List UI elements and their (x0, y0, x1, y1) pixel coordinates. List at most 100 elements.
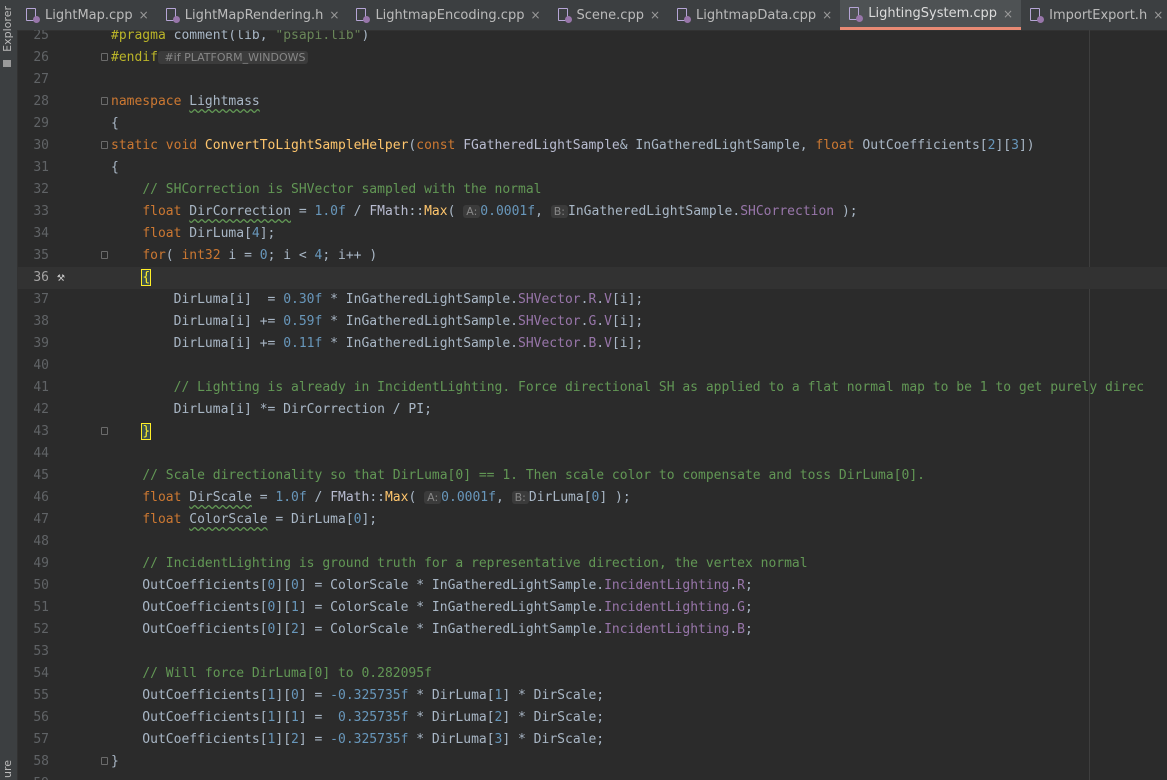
code-line[interactable]: 52 OutCoefficients[0][2] = ColorScale * … (17, 619, 1167, 641)
code-token: [i]; (611, 292, 644, 307)
line-number: 39 (33, 336, 49, 351)
code-line[interactable]: 35 for( int32 i = 0; i < 4; i++ ) (17, 245, 1167, 267)
code-line[interactable]: 30 static void ConvertToLightSampleHelper… (17, 135, 1167, 157)
explorer-tool-button[interactable]: Explorer (1, 6, 14, 52)
tab-label: LightmapData.cpp (696, 7, 817, 23)
code-line[interactable]: 53 (17, 641, 1167, 663)
code-line[interactable]: 42 DirLuma[i] *= DirCorrection / PI; (17, 399, 1167, 421)
code-token: 0.11f (283, 336, 323, 351)
code-editor[interactable]: 25 #pragma comment(lib, "psapi.lib") 26 #en… (17, 30, 1167, 780)
tab-lightmapencoding-cpp[interactable]: LightmapEncoding.cpp × (347, 0, 548, 30)
code-line[interactable]: 45 // Scale directionality so that DirLu… (17, 465, 1167, 487)
code-token: ) (361, 30, 370, 43)
tab-importexport-h[interactable]: ImportExport.h × (1021, 0, 1167, 30)
code-line[interactable]: 57 OutCoefficients[1][2] = -0.325735f * … (17, 729, 1167, 751)
code-line[interactable]: 47 float ColorScale = DirLuma[0]; (17, 509, 1167, 531)
code-token: FGatheredLightSample (463, 138, 620, 153)
code-line[interactable]: 40 (17, 355, 1167, 377)
code-token: // Will force DirLuma[0] to 0.282095f (142, 666, 432, 681)
code-line[interactable]: 59 (17, 773, 1167, 780)
code-line[interactable]: 37 DirLuma[i] = 0.30f * InGatheredLightS… (17, 289, 1167, 311)
close-tab-icon[interactable]: × (139, 8, 149, 22)
code-line[interactable]: 46 float DirScale = 1.0f / FMath::Max( A… (17, 487, 1167, 509)
code-token: ] = (298, 710, 338, 725)
line-number: 49 (33, 556, 49, 571)
code-token: V (604, 292, 612, 307)
fold-marker-icon[interactable] (101, 757, 108, 765)
code-line[interactable]: 54 // Will force DirLuma[0] to 0.282095f (17, 663, 1167, 685)
code-line[interactable]: 51 OutCoefficients[0][1] = ColorScale * … (17, 597, 1167, 619)
code-token: float (142, 512, 190, 527)
code-text: OutCoefficients[0][0] = ColorScale * InG… (111, 575, 753, 597)
code-token: V (604, 314, 612, 329)
code-text: // SHCorrection is SHVector sampled with… (111, 179, 541, 201)
code-text: { (111, 157, 119, 179)
code-token: // IncidentLighting is ground truth for … (142, 556, 808, 571)
line-number: 54 (33, 666, 49, 681)
code-line[interactable]: 48 (17, 531, 1167, 553)
code-token: ] = ColorScale * InGatheredLightSample. (298, 600, 605, 615)
code-token: * DirLuma[ (408, 688, 495, 703)
code-token: ); (834, 204, 858, 219)
code-line[interactable]: 49 // IncidentLighting is ground truth f… (17, 553, 1167, 575)
tab-lightingsystem-cpp[interactable]: LightingSystem.cpp × (840, 0, 1022, 30)
code-text: DirLuma[i] = 0.30f * InGatheredLightSamp… (111, 289, 644, 311)
tab-scene-cpp[interactable]: Scene.cpp × (549, 0, 668, 30)
code-line[interactable]: 26 #endif #if PLATFORM_WINDOWS (17, 47, 1167, 69)
structure-tool-button[interactable]: ure (1, 760, 14, 778)
code-line[interactable]: 33 float DirCorrection = 1.0f / FMath::M… (17, 201, 1167, 223)
code-line[interactable]: 56 OutCoefficients[1][1] = 0.325735f * D… (17, 707, 1167, 729)
close-tab-icon[interactable]: × (650, 8, 660, 22)
line-number: 25 (33, 30, 49, 43)
code-line[interactable]: 34 float DirLuma[4]; (17, 223, 1167, 245)
code-line[interactable]: 44 (17, 443, 1167, 465)
code-line[interactable]: 58} (17, 751, 1167, 773)
code-text: // Lighting is already in IncidentLighti… (111, 377, 1145, 399)
code-line[interactable]: 41 // Lighting is already in IncidentLig… (17, 377, 1167, 399)
close-tab-icon[interactable]: × (1153, 8, 1163, 22)
code-line[interactable]: 31 { (17, 157, 1167, 179)
code-token: DirLuma[i] = (111, 292, 284, 307)
code-line[interactable]: 28 namespace Lightmass (17, 91, 1167, 113)
tab-lightmap-cpp[interactable]: LightMap.cpp × (17, 0, 157, 30)
code-line[interactable]: 27 (17, 69, 1167, 91)
fold-marker-icon[interactable] (101, 427, 108, 435)
tab-lightmapdata-cpp[interactable]: LightmapData.cpp × (668, 0, 840, 30)
cpp-file-icon (849, 6, 864, 22)
tab-label: LightMapRendering.h (184, 7, 324, 23)
close-tab-icon[interactable]: × (1003, 7, 1013, 21)
code-line[interactable]: 32 // SHCorrection is SHVector sampled w… (17, 179, 1167, 201)
close-tab-icon[interactable]: × (822, 8, 832, 22)
fold-marker-icon[interactable] (101, 97, 108, 105)
fold-marker-icon[interactable] (101, 251, 108, 259)
code-text: // Scale directionality so that DirLuma[… (111, 465, 925, 487)
line-number: 44 (33, 446, 49, 461)
code-line[interactable]: 36 ⚒ { (17, 267, 1167, 289)
fold-marker-icon[interactable] (101, 141, 108, 149)
close-tab-icon[interactable]: × (530, 8, 540, 22)
code-token: } (111, 754, 119, 769)
code-token: ] ); (599, 490, 631, 505)
code-line[interactable]: 25 #pragma comment(lib, "psapi.lib") (17, 30, 1167, 47)
code-token: Lightmass (189, 94, 260, 109)
code-token: :: (408, 204, 425, 219)
tab-lightmaprendering-h[interactable]: LightMapRendering.h × (157, 0, 348, 30)
hammer-icon[interactable]: ⚒ (57, 267, 65, 289)
code-token: * DirLuma[ (408, 732, 495, 747)
close-tab-icon[interactable]: × (329, 8, 339, 22)
line-number: 27 (33, 72, 49, 87)
code-line[interactable]: 29 { (17, 113, 1167, 135)
line-number: 31 (33, 160, 49, 175)
code-line[interactable]: 43 } (17, 421, 1167, 443)
code-token: for (142, 248, 166, 263)
code-line[interactable]: 55 OutCoefficients[1][0] = -0.325735f * … (17, 685, 1167, 707)
code-line[interactable]: 39 DirLuma[i] += 0.11f * InGatheredLight… (17, 333, 1167, 355)
fold-marker-icon[interactable] (101, 53, 108, 61)
code-line[interactable]: 50 OutCoefficients[0][0] = ColorScale * … (17, 575, 1167, 597)
code-line[interactable]: 38 DirLuma[i] += 0.59f * InGatheredLight… (17, 311, 1167, 333)
code-token: comment(lib, (173, 30, 276, 43)
code-token: ]) (1018, 138, 1035, 153)
code-text: } (111, 751, 119, 773)
